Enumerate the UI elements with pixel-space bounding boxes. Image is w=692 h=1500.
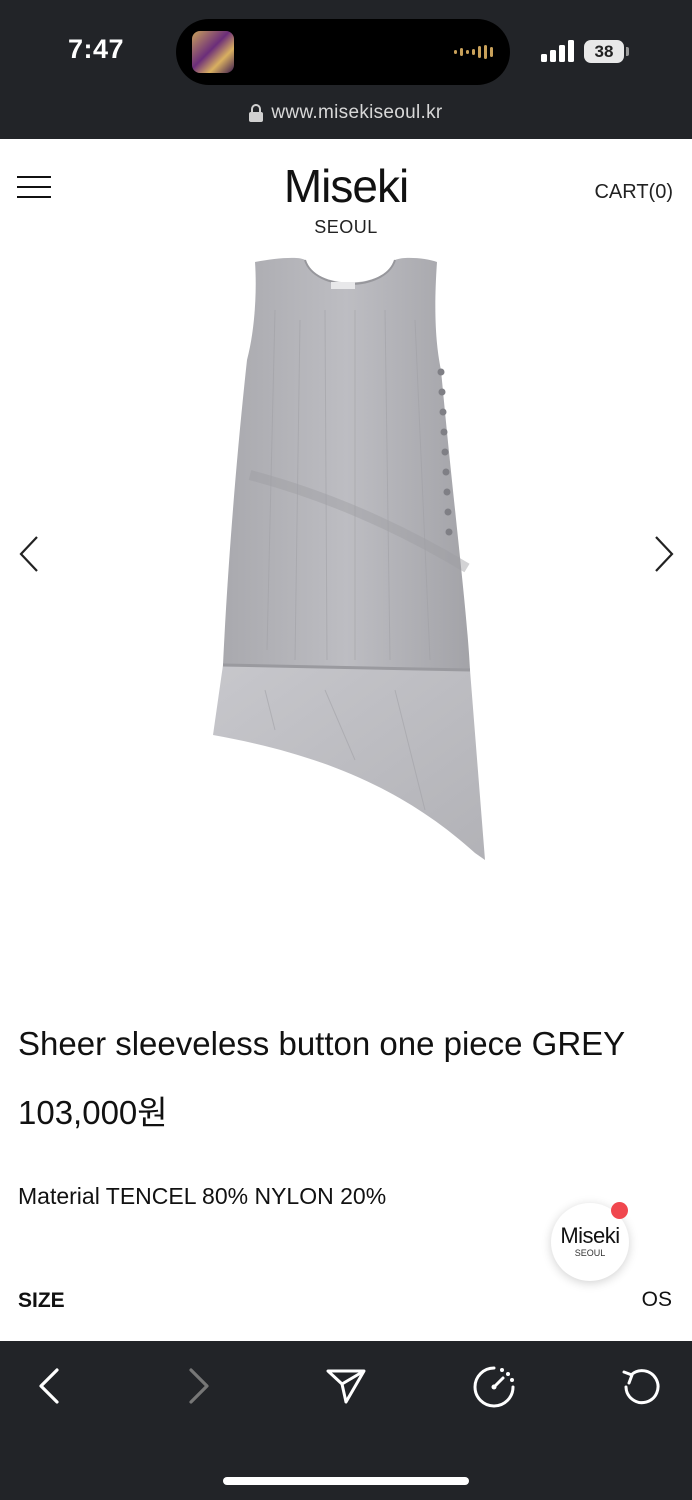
brand-subtitle: SEOUL [314,217,378,237]
status-bar: 7:47 38 www.misekiseoul.kr [0,0,692,139]
chevron-right-icon[interactable] [652,535,676,573]
battery-icon: 38 [584,40,624,63]
chevron-left-icon[interactable] [17,535,41,573]
brand-name: Miseki [283,160,409,212]
address-bar[interactable]: www.misekiseoul.kr [0,98,692,128]
now-playing-artwork [192,31,234,73]
forward-icon[interactable] [186,1367,212,1405]
product-title: Sheer sleeveless button one piece GREY [18,1025,626,1062]
back-icon[interactable] [36,1367,62,1405]
product-image [213,257,485,860]
chat-widget-sub: SEOUL [574,1248,606,1258]
site-logo[interactable]: Miseki SEOUL [0,160,692,238]
notification-badge [611,1202,628,1219]
lock-icon [249,104,264,122]
share-icon[interactable] [325,1367,367,1405]
dynamic-island [176,19,510,85]
battery-tip [626,47,629,56]
product-price: 103,000원 [18,1094,168,1131]
speed-icon[interactable] [472,1365,516,1409]
home-indicator[interactable] [223,1477,469,1485]
chat-widget-name: Miseki [560,1223,620,1248]
cart-link[interactable]: CART(0) [594,181,673,204]
product-material: Material TENCEL 80% NYLON 20% [18,1183,387,1209]
signal-icon [541,40,574,62]
url-text: www.misekiseoul.kr [271,102,443,123]
size-value: OS [641,1288,672,1311]
size-label: SIZE [18,1289,65,1312]
status-time: 7:47 [68,34,125,64]
audio-wave-icon [454,45,493,59]
reload-icon[interactable] [621,1366,663,1408]
